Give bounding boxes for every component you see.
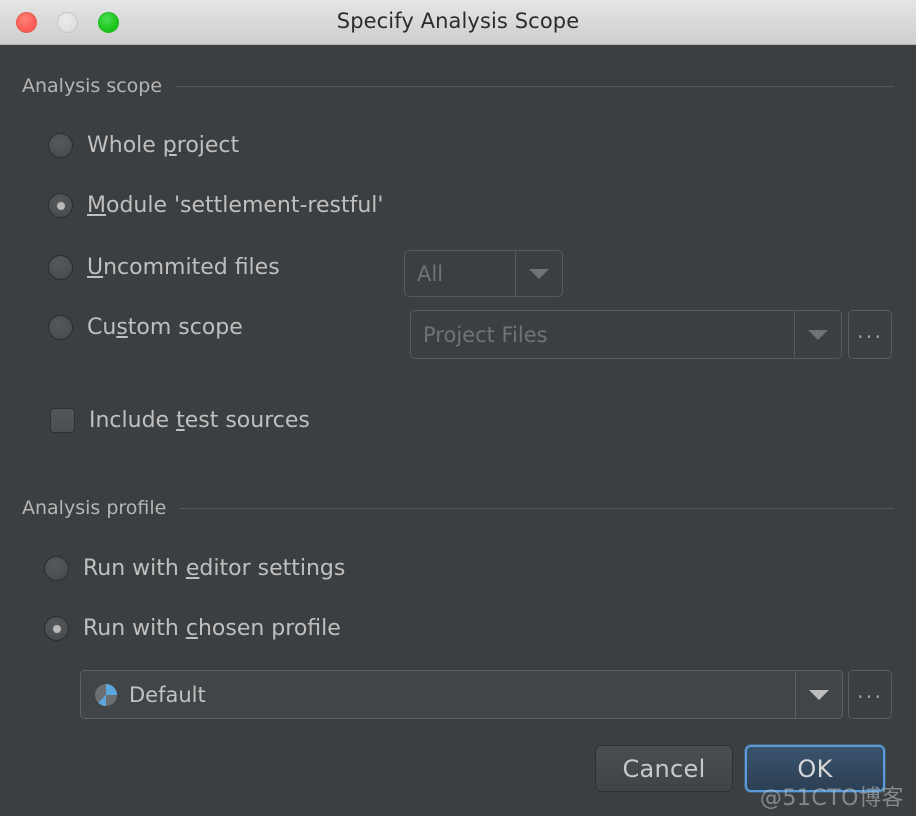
custom-scope-combo-value: Project Files: [423, 322, 548, 347]
radio-row-module[interactable]: Module 'settlement-restful': [48, 193, 383, 218]
radio-chosen-profile[interactable]: [44, 616, 69, 641]
chevron-down-icon[interactable]: [515, 251, 562, 296]
radio-row-editor-settings[interactable]: Run with editor settings: [44, 556, 345, 581]
checkbox-include-test-sources[interactable]: [50, 408, 75, 433]
uncommited-files-combo[interactable]: All: [404, 250, 563, 297]
analysis-profile-group-title: Analysis profile: [22, 497, 167, 519]
profile-combo-value: Default: [129, 682, 206, 707]
profile-combo-field[interactable]: Default: [81, 671, 795, 718]
ellipsis-icon: ...: [856, 678, 884, 703]
dialog-window: Specify Analysis Scope Analysis scope Wh…: [0, 0, 916, 816]
radio-label-whole-project: Whole project: [87, 133, 240, 158]
profile-combo[interactable]: Default: [80, 670, 843, 719]
radio-custom-scope[interactable]: [48, 315, 73, 340]
cancel-button-label: Cancel: [622, 754, 706, 783]
radio-label-uncommited-files: Uncommited files: [87, 255, 280, 280]
profile-pie-icon: [95, 683, 117, 706]
uncommited-files-combo-field[interactable]: All: [405, 251, 515, 296]
mnemonic-letter: s: [116, 315, 128, 340]
cancel-button[interactable]: Cancel: [595, 745, 733, 792]
profile-browse-button[interactable]: ...: [848, 670, 892, 719]
mnemonic-letter: c: [185, 616, 198, 641]
mnemonic-letter: t: [176, 408, 185, 433]
ellipsis-icon: ...: [856, 318, 884, 343]
radio-label-module: Module 'settlement-restful': [87, 193, 384, 218]
checkbox-row-include-test-sources[interactable]: Include test sources: [50, 408, 310, 433]
title-bar: Specify Analysis Scope: [0, 0, 916, 45]
mnemonic-letter: e: [185, 556, 200, 581]
radio-label-editor-settings: Run with editor settings: [83, 556, 346, 581]
mnemonic-letter: U: [87, 255, 104, 280]
custom-scope-browse-button[interactable]: ...: [848, 310, 892, 359]
analysis-scope-group-title: Analysis scope: [22, 75, 163, 97]
chevron-down-glyph: [808, 329, 828, 340]
radio-whole-project[interactable]: [48, 133, 73, 158]
ok-button[interactable]: OK: [745, 745, 885, 792]
radio-row-whole-project[interactable]: Whole project: [48, 133, 239, 158]
analysis-profile-group-header: Analysis profile: [22, 497, 894, 519]
radio-row-custom-scope[interactable]: Custom scope: [48, 315, 243, 340]
custom-scope-combo-field[interactable]: Project Files: [411, 311, 794, 358]
analysis-scope-group-header: Analysis scope: [22, 75, 894, 97]
mnemonic-letter: p: [162, 133, 177, 158]
radio-editor-settings[interactable]: [44, 556, 69, 581]
uncommited-files-combo-value: All: [417, 261, 444, 286]
radio-uncommited-files[interactable]: [48, 255, 73, 280]
ok-button-label: OK: [797, 754, 833, 783]
radio-row-chosen-profile[interactable]: Run with chosen profile: [44, 616, 341, 641]
radio-row-uncommited-files[interactable]: Uncommited files: [48, 255, 280, 280]
chevron-down-glyph: [529, 268, 549, 279]
mnemonic-letter: M: [87, 193, 106, 218]
chevron-down-icon[interactable]: [795, 671, 842, 718]
group-separator-line: [180, 507, 894, 509]
custom-scope-combo[interactable]: Project Files: [410, 310, 842, 359]
chevron-down-icon[interactable]: [794, 311, 841, 358]
chevron-down-glyph: [809, 689, 829, 700]
radio-label-custom-scope: Custom scope: [87, 315, 243, 340]
window-title: Specify Analysis Scope: [336, 9, 580, 33]
dialog-content: Analysis scope Whole project Module 'set…: [0, 45, 916, 816]
radio-label-chosen-profile: Run with chosen profile: [83, 616, 341, 641]
group-separator-line: [176, 85, 894, 87]
checkbox-label-include-test-sources: Include test sources: [89, 408, 310, 433]
radio-module[interactable]: [48, 193, 73, 218]
